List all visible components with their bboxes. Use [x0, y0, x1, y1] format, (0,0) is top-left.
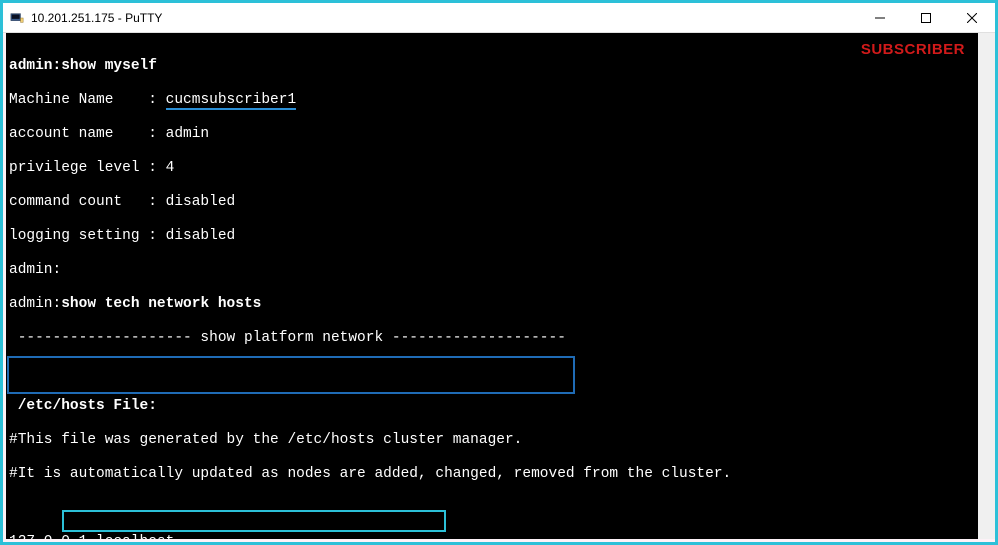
terminal-area[interactable]: admin:show myself Machine Name : cucmsub…: [6, 33, 992, 539]
window-title: 10.201.251.175 - PuTTY: [31, 11, 162, 25]
close-button[interactable]: [949, 3, 995, 32]
blank-line: [9, 364, 989, 381]
section-header: /etc/hosts File:: [9, 398, 989, 415]
output-label: Machine Name :: [9, 92, 166, 108]
output-line: privilege level : 4: [9, 160, 989, 177]
output-line: -------------------- show platform netwo…: [9, 330, 989, 347]
output-line: account name : admin: [9, 126, 989, 143]
hosts-entry: 127.0.0.1 localhost: [9, 534, 989, 539]
prompt: admin:: [9, 296, 61, 312]
subscriber-badge: SUBSCRIBER: [861, 41, 965, 58]
output-line: #It is automatically updated as nodes ar…: [9, 466, 989, 483]
output-line: #This file was generated by the /etc/hos…: [9, 432, 989, 449]
maximize-button[interactable]: [903, 3, 949, 32]
command-text: show myself: [61, 58, 157, 74]
command-text: show tech network hosts: [61, 296, 261, 312]
minimize-button[interactable]: [857, 3, 903, 32]
prompt: admin:: [9, 58, 61, 74]
scrollbar[interactable]: [978, 33, 995, 539]
output-line: logging setting : disabled: [9, 228, 989, 245]
blank-line: [9, 500, 989, 517]
output-line: command count : disabled: [9, 194, 989, 211]
putty-icon: [9, 10, 25, 26]
window-controls: [857, 3, 995, 32]
prompt: admin:: [9, 262, 989, 279]
window-titlebar: 10.201.251.175 - PuTTY: [3, 3, 995, 33]
machine-name-value: cucmsubscriber1: [166, 92, 297, 110]
